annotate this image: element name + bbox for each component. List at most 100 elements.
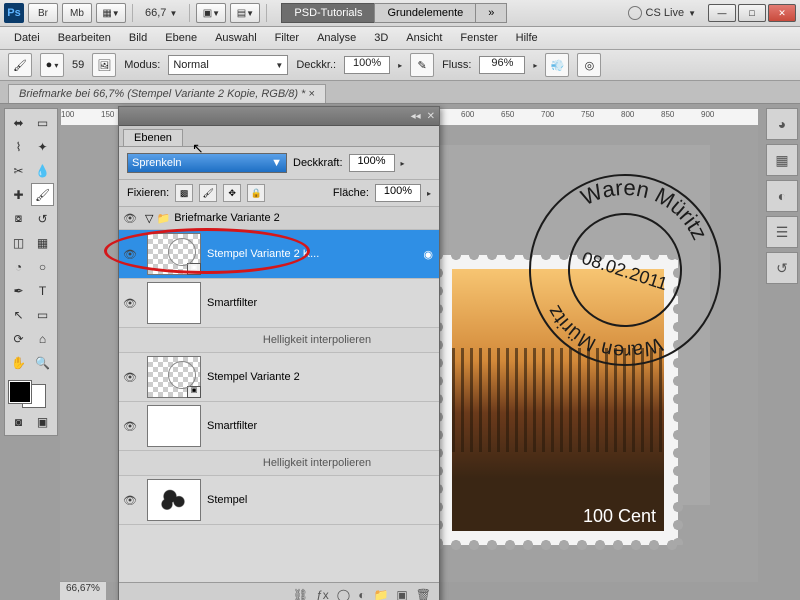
menu-help[interactable]: Hilfe bbox=[508, 30, 546, 46]
lock-all-icon[interactable]: 🔒 bbox=[247, 184, 265, 202]
mask-icon[interactable]: ◯ bbox=[337, 588, 350, 600]
fill-input[interactable]: 100% bbox=[375, 184, 421, 202]
history-brush-tool[interactable]: ↺ bbox=[31, 207, 54, 230]
eyedrop-tool[interactable]: 💧 bbox=[31, 159, 54, 182]
shape-tool[interactable]: ▭ bbox=[31, 303, 54, 326]
wand-tool[interactable]: ✦ bbox=[31, 135, 54, 158]
dodge-tool[interactable]: ○ bbox=[31, 255, 54, 278]
zoom-tool[interactable]: 🔍 bbox=[31, 351, 54, 374]
fx-icon[interactable]: ƒx bbox=[316, 588, 329, 600]
adjustment-icon[interactable]: ◐ bbox=[358, 588, 365, 600]
link-layers-icon[interactable]: ⛓ bbox=[293, 588, 308, 600]
layers-tab[interactable]: Ebenen bbox=[123, 129, 183, 146]
menu-window[interactable]: Fenster bbox=[452, 30, 505, 46]
adjust-panel-icon[interactable]: ◐ bbox=[766, 180, 798, 212]
layers-panel-grip[interactable]: ◂◂✕ bbox=[119, 107, 439, 126]
tablet-opacity-icon[interactable]: ✎ bbox=[410, 53, 434, 77]
screenmode-icon[interactable]: ▣ bbox=[31, 410, 54, 433]
menu-3d[interactable]: 3D bbox=[366, 30, 396, 46]
lasso-tool[interactable]: ⌇ bbox=[7, 135, 30, 158]
layer-opacity-input[interactable]: 100% bbox=[349, 154, 395, 172]
new-layer-icon[interactable]: ▣ bbox=[396, 588, 407, 600]
cslive-button[interactable]: CS Live ▼ bbox=[628, 6, 696, 20]
lock-pixels-icon[interactable]: 🖌 bbox=[199, 184, 217, 202]
heal-tool[interactable]: ✚ bbox=[7, 183, 30, 206]
eraser-tool[interactable]: ◫ bbox=[7, 231, 30, 254]
menu-analysis[interactable]: Analyse bbox=[309, 30, 364, 46]
stamp-tool[interactable]: ⧇ bbox=[7, 207, 30, 230]
layer-row[interactable]: 👁Smartfilter bbox=[119, 279, 439, 328]
lock-position-icon[interactable]: ✥ bbox=[223, 184, 241, 202]
trash-icon[interactable]: 🗑 bbox=[416, 588, 431, 600]
history-panel-icon[interactable]: ↺ bbox=[766, 252, 798, 284]
visibility-icon[interactable]: 👁 bbox=[119, 420, 141, 433]
window-maximize-button[interactable]: □ bbox=[738, 4, 766, 22]
layer-thumbnail[interactable] bbox=[147, 479, 201, 521]
layer-group-row[interactable]: 👁 ▽ 📁 Briefmarke Variante 2 bbox=[119, 207, 439, 230]
screen-mode-button[interactable]: ▣ ▼ bbox=[196, 3, 226, 23]
brush-tool[interactable]: 🖌 bbox=[31, 183, 54, 206]
layer-row[interactable]: 👁Smartfilter bbox=[119, 402, 439, 451]
window-minimize-button[interactable]: — bbox=[708, 4, 736, 22]
layer-row[interactable]: 👁Stempel bbox=[119, 476, 439, 525]
menu-layer[interactable]: Ebene bbox=[157, 30, 205, 46]
menu-view[interactable]: Ansicht bbox=[398, 30, 450, 46]
type-tool[interactable]: T bbox=[31, 279, 54, 302]
layers-list[interactable]: 👁 ▽ 📁 Briefmarke Variante 2 👁▣Stempel Va… bbox=[119, 207, 439, 582]
visibility-icon[interactable]: 👁 bbox=[119, 494, 141, 507]
bridge-button[interactable]: Br bbox=[28, 3, 58, 23]
color-panel-icon[interactable]: ◕ bbox=[766, 108, 798, 140]
menu-edit[interactable]: Bearbeiten bbox=[50, 30, 119, 46]
layer-thumbnail[interactable] bbox=[147, 405, 201, 447]
visibility-icon[interactable]: 👁 bbox=[119, 371, 141, 384]
opacity-input[interactable]: 100% bbox=[344, 56, 390, 74]
layers-panel-icon[interactable]: ☰ bbox=[766, 216, 798, 248]
tool-preset-icon[interactable]: 🖌 bbox=[8, 53, 32, 77]
minibridge-button[interactable]: Mb bbox=[62, 3, 92, 23]
blur-tool[interactable]: ◔ bbox=[7, 255, 30, 278]
layer-thumbnail[interactable]: ▣ bbox=[147, 233, 201, 275]
folder-icon[interactable]: 📁 bbox=[373, 588, 388, 600]
visibility-icon[interactable]: 👁 bbox=[119, 212, 141, 225]
lock-transparency-icon[interactable]: ▩ bbox=[175, 184, 193, 202]
workspace-more[interactable]: » bbox=[475, 3, 507, 23]
workspace-tab-active[interactable]: PSD-Tutorials bbox=[281, 3, 375, 23]
extras-button[interactable]: ▤ ▼ bbox=[230, 3, 260, 23]
marquee-tool[interactable]: ▭ bbox=[31, 111, 54, 134]
move-tool[interactable]: ⬌ bbox=[7, 111, 30, 134]
hand-tool[interactable]: ✋ bbox=[7, 351, 30, 374]
visibility-icon[interactable]: 👁 bbox=[119, 248, 141, 261]
blend-mode-select[interactable]: Normal▼ bbox=[168, 55, 288, 75]
layer-row[interactable]: 👁▣Stempel Variante 2 bbox=[119, 353, 439, 402]
brush-panel-icon[interactable]: 🖼 bbox=[92, 53, 116, 77]
layer-thumbnail[interactable]: ▣ bbox=[147, 356, 201, 398]
menu-image[interactable]: Bild bbox=[121, 30, 155, 46]
layer-row[interactable]: Helligkeit interpolieren bbox=[119, 328, 439, 353]
airbrush-icon[interactable]: 💨 bbox=[545, 53, 569, 77]
window-close-button[interactable]: ✕ bbox=[768, 4, 796, 22]
3d-tool[interactable]: ⟳ bbox=[7, 327, 30, 350]
workspace-tab-other[interactable]: Grundelemente bbox=[374, 3, 476, 23]
brush-preset-icon[interactable]: ● ▾ bbox=[40, 53, 64, 77]
swatches-panel-icon[interactable]: ▦ bbox=[766, 144, 798, 176]
gradient-tool[interactable]: ▦ bbox=[31, 231, 54, 254]
menu-select[interactable]: Auswahl bbox=[207, 30, 265, 46]
document-tab[interactable]: Briefmarke bei 66,7% (Stempel Variante 2… bbox=[8, 84, 326, 103]
quickmask-icon[interactable]: ◙ bbox=[7, 410, 30, 433]
crop-tool[interactable]: ✂ bbox=[7, 159, 30, 182]
menu-filter[interactable]: Filter bbox=[267, 30, 307, 46]
layer-row[interactable]: Helligkeit interpolieren bbox=[119, 451, 439, 476]
arrange-docs-button[interactable]: ▦ ▼ bbox=[96, 3, 126, 23]
tablet-size-icon[interactable]: ◎ bbox=[577, 53, 601, 77]
visibility-icon[interactable]: 👁 bbox=[119, 297, 141, 310]
flow-input[interactable]: 96% bbox=[479, 56, 525, 74]
path-tool[interactable]: ↖ bbox=[7, 303, 30, 326]
zoom-display[interactable]: 66,7 ▼ bbox=[139, 7, 183, 19]
layer-row[interactable]: 👁▣Stempel Variante 2 K...◉ bbox=[119, 230, 439, 279]
color-wells[interactable] bbox=[7, 379, 47, 409]
layer-thumbnail[interactable] bbox=[147, 282, 201, 324]
pen-tool[interactable]: ✒ bbox=[7, 279, 30, 302]
status-bar[interactable]: 66,67% bbox=[60, 581, 106, 600]
3d-cam-tool[interactable]: ⌂ bbox=[31, 327, 54, 350]
menu-file[interactable]: Datei bbox=[6, 30, 48, 46]
